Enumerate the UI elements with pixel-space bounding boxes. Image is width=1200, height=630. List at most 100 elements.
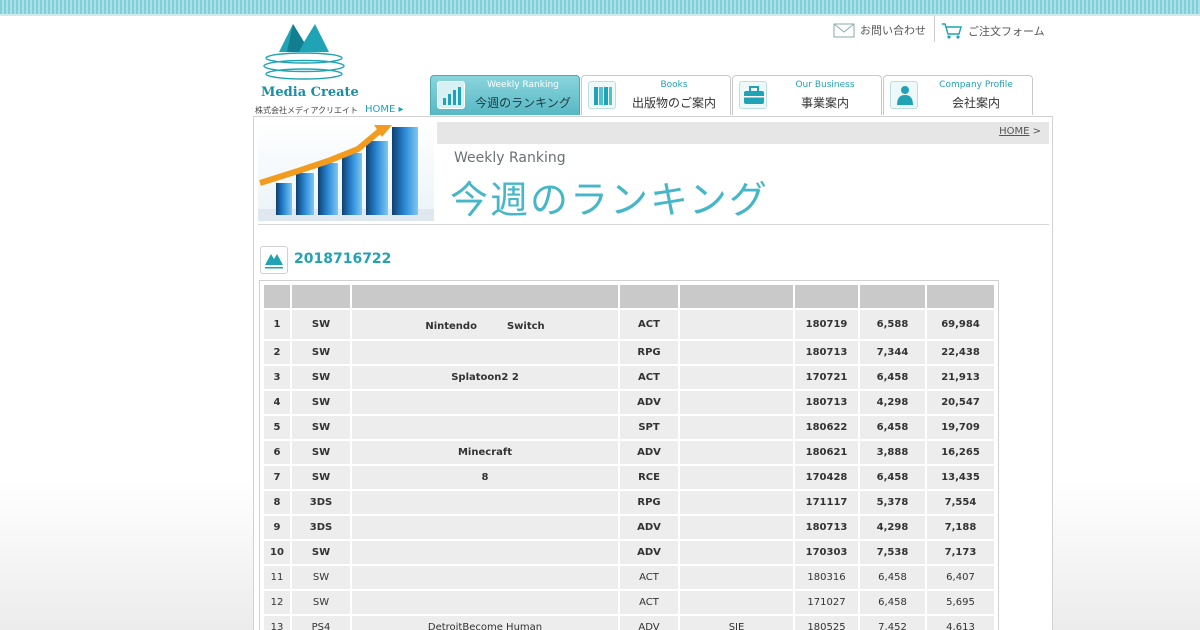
table-row: 7 SW 8 RCE 170428 6,458 13,435	[264, 466, 994, 489]
rank-cell: 6	[264, 441, 290, 464]
platform-cell: SW	[292, 366, 350, 389]
rank-cell: 4	[264, 391, 290, 414]
publisher-cell	[680, 566, 793, 589]
column-header	[795, 285, 858, 308]
genre-cell: RPG	[620, 491, 678, 514]
tab-our-business[interactable]: Our Business 事業案内	[732, 75, 882, 115]
title-cell	[352, 341, 618, 364]
column-header	[680, 285, 793, 308]
title-cell	[352, 566, 618, 589]
tab-jp-label: 事業案内	[800, 96, 849, 110]
breadcrumb-home-link[interactable]: HOME	[999, 126, 1029, 137]
release-date-cell: 180713	[795, 516, 858, 539]
price-cell: 6,458	[860, 566, 925, 589]
sales-cell: 4,613	[927, 616, 994, 630]
company-name: 株式会社メディアクリエイト	[255, 106, 359, 115]
publisher-cell: SIE	[680, 616, 793, 630]
briefcase-icon	[739, 81, 767, 109]
column-header	[620, 285, 678, 308]
hero-subtitle: Weekly Ranking	[454, 150, 566, 166]
publisher-cell	[680, 341, 793, 364]
order-form-label: ご注文フォーム	[968, 25, 1045, 38]
title-cell	[352, 391, 618, 414]
home-link[interactable]: HOME ▸	[365, 104, 404, 115]
rank-cell: 11	[264, 566, 290, 589]
books-icon	[588, 81, 616, 109]
rank-cell: 2	[264, 341, 290, 364]
table-row: 3 SW Splatoon2 2 ACT 170721 6,458 21,913	[264, 366, 994, 389]
publisher-cell	[680, 310, 793, 339]
column-header	[292, 285, 350, 308]
title-cell	[352, 491, 618, 514]
table-row: 9 3DS ADV 180713 4,298 7,188	[264, 516, 994, 539]
order-form-link[interactable]: ご注文フォーム	[941, 22, 1045, 40]
title-cell	[352, 416, 618, 439]
rank-cell: 3	[264, 366, 290, 389]
contact-link[interactable]: お問い合わせ	[833, 22, 926, 38]
person-icon	[890, 81, 918, 109]
release-date-cell: 180525	[795, 616, 858, 630]
release-date-cell: 170303	[795, 541, 858, 564]
release-date-cell: 170428	[795, 466, 858, 489]
breadcrumb: HOME >	[437, 122, 1049, 144]
platform-cell: PS4	[292, 616, 350, 630]
table-row: 10 SW ADV 170303 7,538 7,173	[264, 541, 994, 564]
genre-cell: ACT	[620, 591, 678, 614]
platform-cell: SW	[292, 566, 350, 589]
tab-books[interactable]: Books 出版物のご案内	[581, 75, 731, 115]
rank-cell: 7	[264, 466, 290, 489]
tab-company-profile[interactable]: Company Profile 会社案内	[883, 75, 1033, 115]
rank-cell: 12	[264, 591, 290, 614]
sales-cell: 7,173	[927, 541, 994, 564]
table-row: 13 PS4 DetroitBecome Human ADV SIE 180525 7,45…	[264, 616, 994, 630]
price-cell: 7,452	[860, 616, 925, 630]
top-stripe	[0, 0, 1200, 16]
release-date-cell: 180622	[795, 416, 858, 439]
platform-cell: SW	[292, 541, 350, 564]
title-cell	[352, 541, 618, 564]
tab-weekly-ranking[interactable]: Weekly Ranking 今週のランキング	[430, 75, 580, 115]
publisher-cell	[680, 391, 793, 414]
sales-cell: 69,984	[927, 310, 994, 339]
release-date-cell: 171117	[795, 491, 858, 514]
sales-cell: 7,554	[927, 491, 994, 514]
logo-name: Media Create	[261, 85, 359, 100]
table-row: 4 SW ADV 180713 4,298 20,547	[264, 391, 994, 414]
price-cell: 4,298	[860, 391, 925, 414]
tab-en-label: Books	[660, 80, 688, 90]
bar-chart-icon	[437, 81, 465, 109]
contact-label: お問い合わせ	[860, 24, 926, 37]
release-date-cell: 180713	[795, 391, 858, 414]
platform-cell: SW	[292, 466, 350, 489]
hero-chart-image	[258, 121, 434, 221]
genre-cell: ADV	[620, 441, 678, 464]
title-cell: Splatoon2 2	[352, 366, 618, 389]
main-panel: HOME > Weekly Ranking 今週のランキング 201871672…	[253, 116, 1053, 630]
sales-cell: 22,438	[927, 341, 994, 364]
publisher-cell	[680, 416, 793, 439]
platform-cell: SW	[292, 341, 350, 364]
sales-cell: 20,547	[927, 391, 994, 414]
logo[interactable]: Media Create 株式会社メディアクリエイト HOME ▸	[253, 22, 423, 117]
sales-cell: 16,265	[927, 441, 994, 464]
title-cell: Nintendo Switch	[352, 310, 618, 339]
platform-cell: SW	[292, 416, 350, 439]
price-cell: 7,538	[860, 541, 925, 564]
release-date-cell: 180621	[795, 441, 858, 464]
tab-jp-label: 今週のランキング	[475, 96, 571, 110]
table-row: 6 SW Minecraft ADV 180621 3,888 16,265	[264, 441, 994, 464]
genre-cell: RPG	[620, 341, 678, 364]
genre-cell: ADV	[620, 516, 678, 539]
genre-cell: ACT	[620, 566, 678, 589]
rank-cell: 13	[264, 616, 290, 630]
rank-cell: 1	[264, 310, 290, 339]
util-divider	[934, 16, 935, 42]
price-cell: 4,298	[860, 516, 925, 539]
genre-cell: ACT	[620, 310, 678, 339]
title-cell	[352, 516, 618, 539]
platform-cell: SW	[292, 591, 350, 614]
platform-cell: SW	[292, 391, 350, 414]
title-cell: 8	[352, 466, 618, 489]
release-date-cell: 171027	[795, 591, 858, 614]
publisher-cell	[680, 491, 793, 514]
